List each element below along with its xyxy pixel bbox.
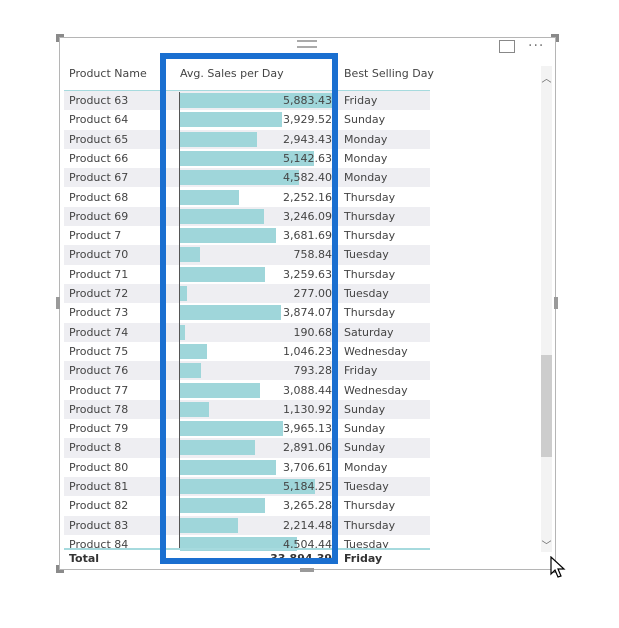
best-selling-day: Thursday — [344, 518, 396, 532]
best-selling-day: Sunday — [344, 441, 386, 455]
resize-handle-left[interactable] — [56, 297, 60, 309]
resize-handle-top-right[interactable] — [551, 34, 559, 42]
product-name: Product 72 — [69, 287, 129, 300]
product-name: Product 68 — [69, 190, 129, 204]
product-name: Product 8 — [69, 441, 122, 455]
product-name: Product 69 — [69, 209, 129, 223]
product-name: Product 82 — [69, 499, 129, 513]
best-selling-day: Sunday — [344, 422, 386, 436]
best-selling-day: Sunday — [344, 113, 386, 127]
best-selling-day: Thursday — [344, 209, 396, 223]
best-selling-day: Friday — [344, 94, 378, 107]
resize-handle-top-left[interactable] — [56, 34, 64, 42]
best-selling-day: Thursday — [344, 229, 396, 243]
scroll-down-icon[interactable]: ﹀ — [541, 537, 552, 552]
total-day: Friday — [344, 552, 383, 565]
product-name: Product 78 — [69, 402, 129, 416]
best-selling-day: Monday — [344, 460, 388, 474]
best-selling-day: Monday — [344, 151, 388, 165]
best-selling-day: Thursday — [344, 267, 396, 281]
resize-handle-bottom[interactable] — [300, 568, 314, 572]
focus-mode-icon[interactable] — [499, 40, 515, 53]
best-selling-day: Tuesday — [344, 287, 389, 300]
resize-handle-bottom-left[interactable] — [56, 565, 64, 573]
product-name: Product 66 — [69, 151, 129, 165]
mouse-cursor-icon — [550, 556, 566, 578]
product-name: Product 79 — [69, 422, 129, 436]
product-name: Product 65 — [69, 132, 129, 146]
product-name: Product 81 — [69, 480, 129, 493]
product-name: Product 77 — [69, 383, 129, 397]
product-name: Product 71 — [69, 267, 129, 281]
product-name: Product 80 — [69, 460, 129, 474]
best-selling-day: Monday — [344, 171, 388, 185]
best-selling-day: Friday — [344, 364, 378, 378]
best-selling-day: Sunday — [344, 402, 386, 416]
best-selling-day: Thursday — [344, 499, 396, 513]
product-name: Product 70 — [69, 248, 129, 262]
total-label: Total — [69, 552, 100, 565]
best-selling-day: Tuesday — [344, 480, 389, 493]
best-selling-day: Thursday — [344, 306, 396, 320]
resize-handle-right[interactable] — [554, 297, 558, 309]
scrollbar-thumb[interactable] — [541, 355, 552, 457]
best-selling-day: Wednesday — [344, 383, 408, 397]
product-name: Product 73 — [69, 306, 129, 320]
product-name: Product 83 — [69, 518, 129, 532]
product-name: Product 64 — [69, 113, 129, 127]
product-name: Product 63 — [69, 94, 129, 107]
best-selling-day: Tuesday — [344, 248, 389, 262]
best-selling-day: Saturday — [344, 325, 394, 339]
product-name: Product 7 — [69, 229, 122, 243]
best-selling-day: Thursday — [344, 190, 396, 204]
header-best-day[interactable]: Best Selling Day — [344, 67, 434, 80]
product-name: Product 67 — [69, 171, 129, 185]
product-name: Product 75 — [69, 344, 129, 358]
header-product-name[interactable]: Product Name — [69, 67, 147, 80]
scroll-up-icon[interactable]: ︿ — [541, 70, 552, 85]
best-selling-day: Monday — [344, 132, 388, 146]
best-selling-day: Wednesday — [344, 344, 408, 358]
vertical-scrollbar[interactable] — [541, 66, 552, 552]
column-highlight-box — [160, 53, 338, 564]
product-name: Product 76 — [69, 364, 129, 378]
drag-grip-icon[interactable] — [297, 40, 317, 48]
product-name: Product 74 — [69, 325, 129, 339]
more-options-icon[interactable]: ··· — [528, 38, 544, 54]
